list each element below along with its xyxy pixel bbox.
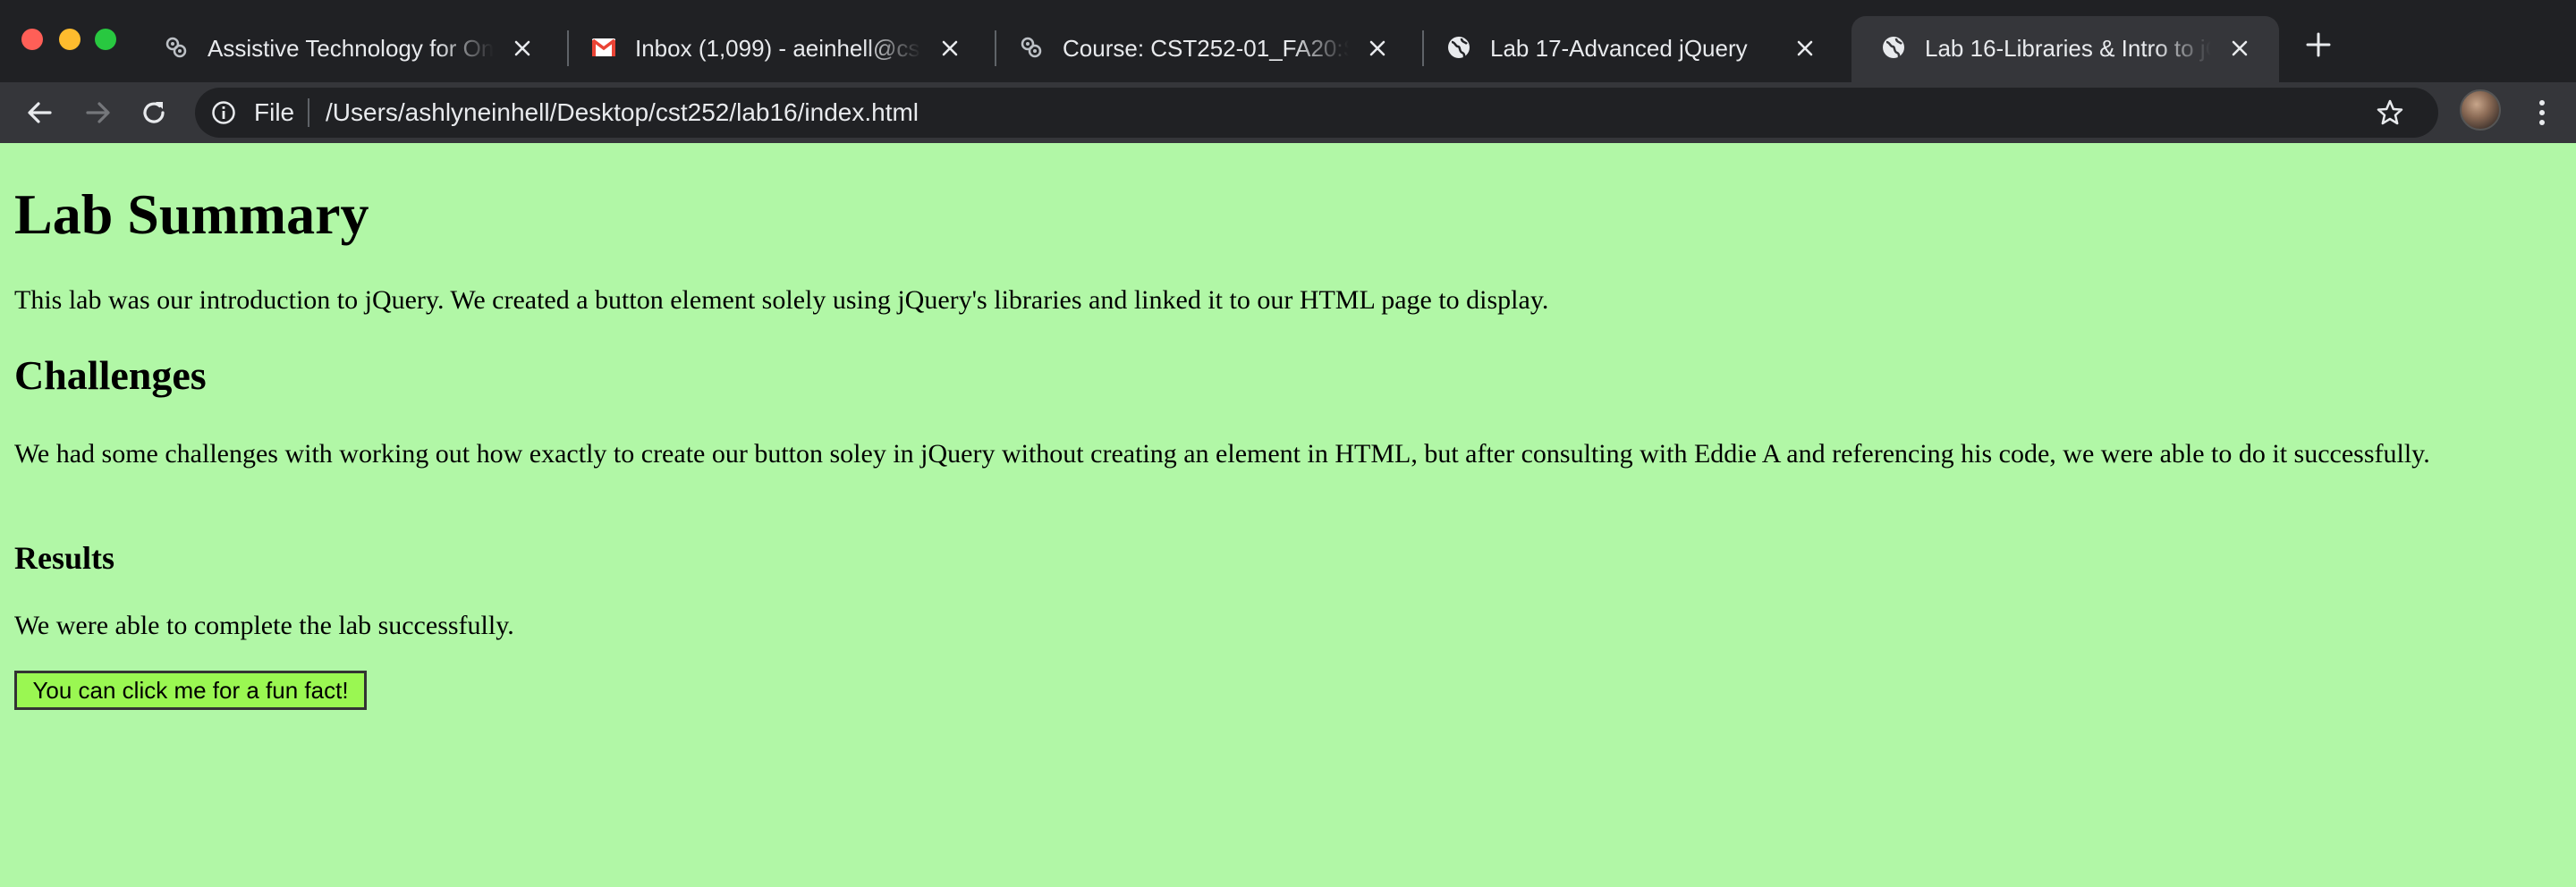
close-icon[interactable]: [934, 32, 966, 64]
fun-fact-button[interactable]: You can click me for a fun fact!: [14, 671, 367, 710]
close-icon[interactable]: [506, 32, 538, 64]
summary-paragraph: This lab was our introduction to jQuery.…: [14, 285, 1549, 315]
challenges-paragraph: We had some challenges with working out …: [14, 439, 2430, 469]
results-paragraph: We were able to complete the lab success…: [14, 611, 514, 640]
challenges-heading: Challenges: [14, 352, 207, 398]
results-heading: Results: [14, 540, 115, 576]
globe-icon: [1445, 34, 1472, 61]
tab-title: Lab 17-Advanced jQuery: [1490, 35, 1748, 62]
tab-title: Lab 16-Libraries & Intro to jQuery: [1925, 35, 2211, 62]
scheme-label: File: [254, 98, 295, 126]
back-button[interactable]: [21, 95, 57, 131]
plus-icon: [2306, 32, 2331, 57]
page-content: Lab Summary This lab was our introductio…: [14, 143, 2562, 887]
page-title: Lab Summary: [14, 182, 369, 246]
bookmark-star-icon[interactable]: [2374, 97, 2406, 129]
close-icon[interactable]: [2224, 32, 2256, 64]
close-window-button[interactable]: [21, 29, 43, 50]
more-vertical-icon: [2539, 100, 2545, 125]
browser-chrome: Assistive Technology for Online Inbox (1…: [0, 0, 2576, 143]
url-input[interactable]: [326, 97, 2293, 129]
tab-title: Inbox (1,099) - aeinhell@csumb.edu: [635, 35, 921, 62]
address-divider: [308, 98, 309, 127]
reload-button[interactable]: [136, 95, 172, 131]
new-tab-button[interactable]: [2301, 27, 2336, 63]
tab-assistive-technology[interactable]: Assistive Technology for Online: [134, 16, 562, 82]
globe-icon: [1880, 34, 1907, 61]
arrow-right-icon: [86, 102, 110, 123]
tab-strip: Assistive Technology for Online Inbox (1…: [0, 0, 2576, 82]
tab-lab17[interactable]: Lab 17-Advanced jQuery: [1417, 16, 1844, 82]
arrow-left-icon: [28, 102, 52, 123]
tab-title: Course: CST252-01_FA20:Scripting: [1063, 35, 1349, 62]
tab-title: Assistive Technology for Online: [208, 35, 494, 62]
course-icon: [163, 34, 190, 61]
tab-inbox[interactable]: Inbox (1,099) - aeinhell@csumb.edu: [562, 16, 989, 82]
reload-icon: [143, 102, 165, 123]
profile-avatar[interactable]: [2460, 89, 2501, 131]
close-icon[interactable]: [1361, 32, 1394, 64]
gmail-icon: [590, 34, 617, 61]
tab-lab16-active[interactable]: Lab 16-Libraries & Intro to jQuery: [1852, 16, 2279, 82]
minimize-window-button[interactable]: [59, 29, 80, 50]
tab-course-cst252[interactable]: Course: CST252-01_FA20:Scripting: [989, 16, 1417, 82]
address-bar[interactable]: File: [195, 88, 2438, 138]
course-icon: [1018, 34, 1045, 61]
maximize-window-button[interactable]: [95, 29, 116, 50]
forward-button[interactable]: [80, 95, 116, 131]
close-icon[interactable]: [1789, 32, 1821, 64]
browser-toolbar: File: [0, 82, 2576, 143]
browser-menu-button[interactable]: [2524, 93, 2560, 132]
info-icon[interactable]: [209, 98, 238, 127]
